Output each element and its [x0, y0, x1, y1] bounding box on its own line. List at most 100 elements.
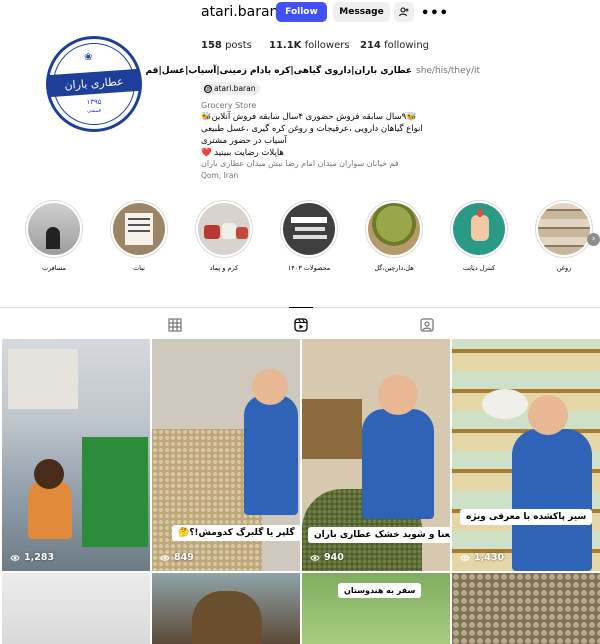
bio-line-2: انواع گیاهان دارویی ،عرقیجات و روغن کره …	[201, 124, 423, 134]
threads-badge[interactable]: @ atari.baran	[201, 82, 261, 95]
tab-posts[interactable]	[168, 317, 182, 332]
highlight-label: محصولات ۱۴۰۳	[287, 264, 331, 272]
reel-tile-5[interactable]	[2, 573, 150, 644]
logo-emblem-icon: ❀	[84, 52, 93, 63]
play-icon	[10, 554, 20, 561]
threads-icon: @	[204, 84, 212, 93]
highlight-ring	[195, 200, 253, 258]
suggested-accounts-button[interactable]	[394, 2, 414, 22]
highlights-next-arrow[interactable]: ›	[587, 233, 600, 246]
reel-views: 940	[310, 552, 344, 563]
reel-caption: سفر به هندوستان	[338, 583, 422, 598]
highlight-creams[interactable]: کرم و پماد	[194, 200, 254, 272]
tagged-icon	[420, 318, 434, 332]
reel-views-count: 1,430	[474, 552, 505, 563]
highlight-cover	[453, 203, 505, 255]
highlight-cover	[28, 203, 80, 255]
highlight-label: هل،دارچین،گل	[374, 264, 414, 272]
grid-icon	[168, 318, 182, 332]
reel-views-count: 849	[174, 552, 194, 563]
reel-views: 1,430	[460, 552, 504, 563]
tile-bg-head	[252, 369, 288, 405]
following-count: 214	[360, 40, 381, 51]
reel-views: 849	[160, 552, 194, 563]
highlight-label: کرم و پماد	[209, 264, 239, 272]
reel-caption: نعنا و شوید خشک عطاری باران	[308, 527, 450, 543]
active-tab-indicator	[289, 307, 313, 308]
highlight-cover	[113, 203, 165, 255]
highlight-ring	[535, 200, 593, 258]
reel-views-count: 940	[324, 552, 344, 563]
more-options-icon[interactable]: •••	[421, 6, 449, 21]
tile-bg-crates	[82, 437, 148, 547]
threads-handle: atari.baran	[214, 84, 256, 93]
highlight-travel[interactable]: مسافرت	[24, 200, 84, 272]
add-person-icon	[399, 7, 409, 17]
tab-reels[interactable]	[294, 317, 308, 332]
profile-display-name: عطاری باران|داروی گیاهی|کره بادام زمینی|…	[145, 66, 413, 76]
bio-line-3: آسیاب در حضور مشتری	[201, 136, 287, 146]
posts-label: posts	[225, 40, 252, 51]
logo-inner: ❀ عطاری باران ۱۳۹۵ قمشی	[47, 43, 141, 125]
highlight-ring	[110, 200, 168, 258]
reel-tile-8[interactable]	[452, 573, 600, 644]
profile-address: قم خیابان سواران میدان امام رضا نبش میدا…	[201, 159, 399, 168]
logo-text: عطاری باران	[47, 68, 141, 98]
follow-button[interactable]: Follow	[276, 2, 327, 22]
tile-bg-garlic	[482, 389, 528, 419]
highlight-ring	[25, 200, 83, 258]
followers-label: followers	[304, 40, 350, 51]
highlight-cover	[198, 203, 250, 255]
highlight-nabat[interactable]: نبات	[109, 200, 169, 272]
reel-caption: گلپر یا گلبرگ کدومش!؟🤔	[172, 525, 300, 541]
tile-bg-bowl	[192, 591, 262, 644]
reel-tile-2[interactable]: گلپر یا گلبرگ کدومش!؟🤔 849	[152, 339, 300, 571]
tile-bg-head	[378, 375, 418, 415]
following-stat[interactable]: 214 following	[360, 40, 429, 51]
profile-avatar[interactable]: ❀ عطاری باران ۱۳۹۵ قمشی	[46, 36, 142, 132]
reel-caption: سیر پاکشده با معرفی ویژه	[460, 509, 593, 525]
highlight-label: روغن	[556, 264, 572, 272]
followers-stat[interactable]: 11.1K followers	[269, 40, 350, 51]
tab-tagged[interactable]	[420, 317, 434, 332]
profile-city: Qom, Iran	[201, 171, 239, 180]
reel-tile-1[interactable]: 1,283	[2, 339, 150, 571]
highlight-products-1403[interactable]: محصولات ۱۴۰۳	[279, 200, 339, 272]
highlight-cover	[368, 203, 420, 255]
tile-bg-shelf	[8, 349, 78, 409]
reel-tile-7[interactable]: سفر به هندوستان	[302, 573, 450, 644]
play-icon	[160, 554, 170, 561]
message-button[interactable]: Message	[333, 2, 390, 22]
tile-bg-head	[528, 395, 568, 435]
highlight-ring	[450, 200, 508, 258]
reel-tile-4[interactable]: سیر پاکشده با معرفی ویژه 1,430	[452, 339, 600, 571]
highlight-ring	[365, 200, 423, 258]
highlight-ring	[280, 200, 338, 258]
tile-bg-child	[362, 409, 434, 519]
profile-pronouns: she/his/they/it	[416, 66, 481, 76]
logo-small: قمشی	[87, 108, 101, 114]
play-icon	[460, 554, 470, 561]
posts-count: 158	[201, 40, 222, 51]
following-label: following	[384, 40, 430, 51]
highlight-cover	[538, 203, 590, 255]
profile-username: atari.baran	[201, 4, 279, 20]
reel-tile-6[interactable]	[152, 573, 300, 644]
highlight-label: نبات	[133, 264, 145, 272]
highlight-cardamom[interactable]: هل،دارچین،گل	[364, 200, 424, 272]
tile-bg-child	[512, 429, 592, 571]
bio-line-1: 🐝۹سال سابقه فروش حضوری ۴سال سابقه فروش آ…	[201, 112, 417, 122]
posts-stat: 158 posts	[201, 40, 252, 51]
reels-icon	[294, 318, 308, 332]
highlight-label: کنترل دیابت	[462, 264, 496, 272]
logo-year: ۱۳۹۵	[86, 98, 102, 106]
play-icon	[310, 554, 320, 561]
reel-tile-3[interactable]: نعنا و شوید خشک عطاری باران 940	[302, 339, 450, 571]
followers-count: 11.1K	[269, 40, 302, 51]
reel-views: 1,283	[10, 552, 54, 563]
highlight-oil[interactable]: روغن	[534, 200, 594, 272]
tile-bg-basket	[302, 399, 362, 459]
highlight-diabetes[interactable]: کنترل دیابت	[449, 200, 509, 272]
bio-line-4: هاپلات رضایت ببینید ❤️	[201, 148, 284, 158]
highlight-label: مسافرت	[41, 264, 67, 272]
